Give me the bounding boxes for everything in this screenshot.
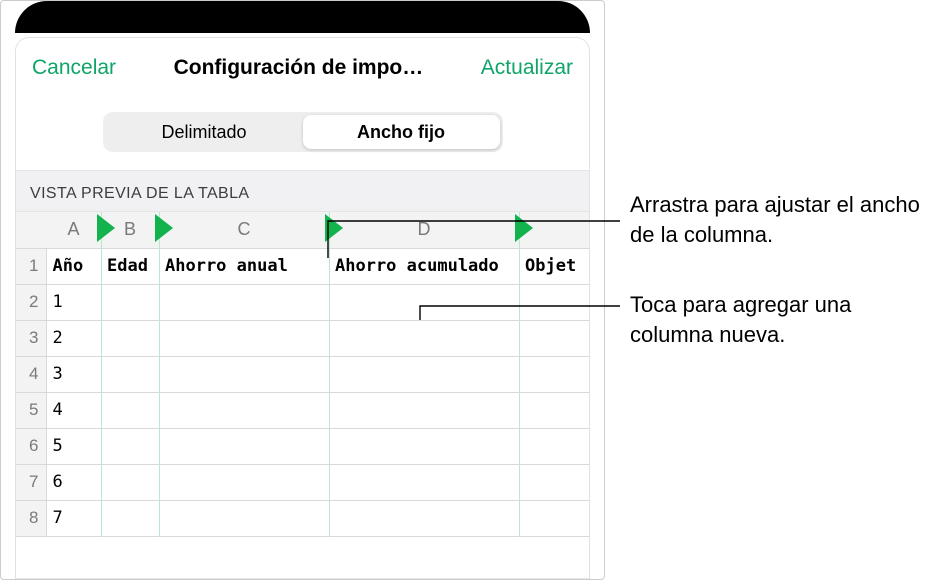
callout-leaders	[0, 0, 936, 580]
